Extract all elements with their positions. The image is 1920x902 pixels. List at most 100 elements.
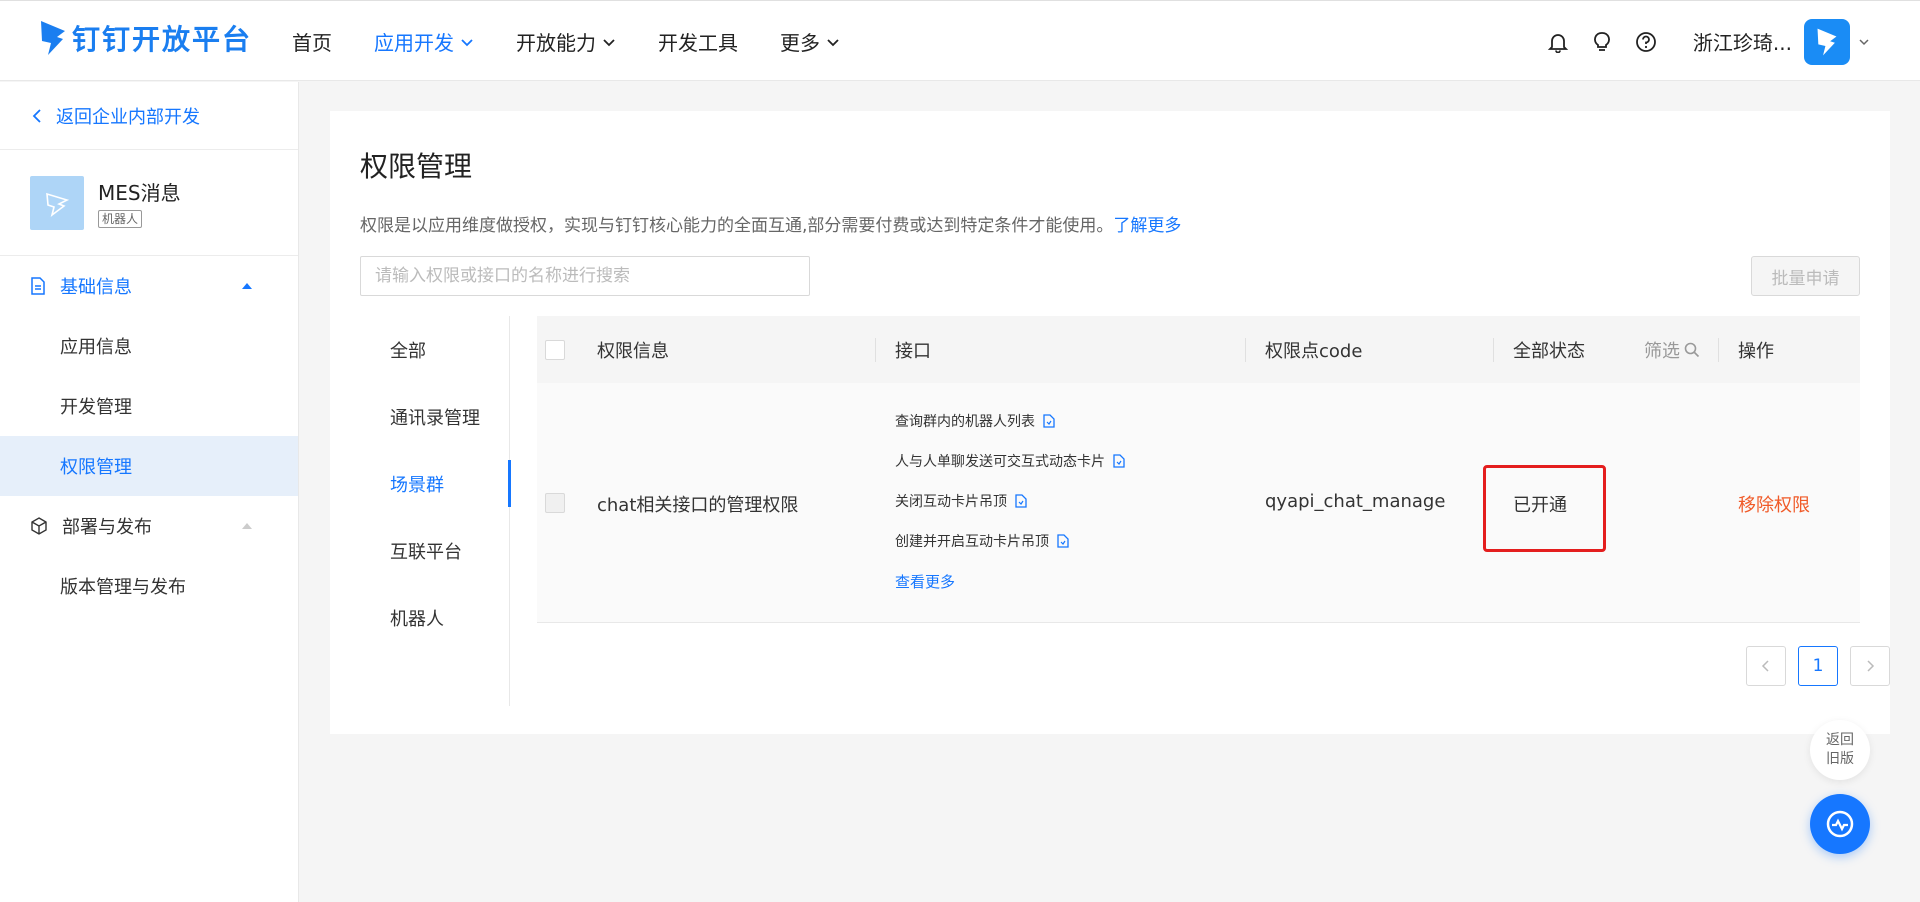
sidebar-item-label: 开发管理 <box>60 397 132 418</box>
category-contacts[interactable]: 通讯录管理 <box>360 383 509 450</box>
page-number-button[interactable]: 1 <box>1798 646 1838 686</box>
nav-home-label: 首页 <box>292 31 332 55</box>
chevron-right-icon <box>1867 660 1875 672</box>
column-divider <box>1245 338 1246 362</box>
batch-apply-button[interactable]: 批量申请 <box>1751 256 1860 296</box>
main-nav: 首页 应用开发 开放能力 开发工具 更多 <box>292 1 882 82</box>
header-permission-info: 权限信息 <box>597 340 669 362</box>
permission-table: 权限信息 接口 权限点code 全部状态 筛选 操作 chat相关接口的管理权限… <box>537 316 1860 623</box>
next-page-button[interactable] <box>1850 646 1890 686</box>
category-all[interactable]: 全部 <box>360 316 509 383</box>
menu-group-basic-info[interactable]: 基础信息 <box>0 256 298 316</box>
select-all-checkbox[interactable] <box>545 339 565 360</box>
filter-label: 筛选 <box>1644 340 1680 362</box>
menu-group-basic-info-label: 基础信息 <box>60 277 132 298</box>
caret-up-icon <box>242 523 252 529</box>
old-version-line1: 返回 <box>1826 732 1854 748</box>
chevron-left-icon <box>1761 660 1769 672</box>
help-icon[interactable] <box>1633 29 1659 55</box>
robot-app-icon <box>46 192 70 217</box>
page-description: 权限是以应用维度做授权，实现与钉钉核心能力的全面互通,部分需要付费或达到特定条件… <box>360 211 1181 236</box>
sidebar: 返回企业内部开发 MES消息 机器人 基础信息 应用信息 开发管理 权限管理 部… <box>0 82 299 902</box>
status-filter[interactable]: 筛选 <box>1644 316 1700 383</box>
api-name: 关闭互动卡片吊顶 <box>895 494 1007 510</box>
cube-icon <box>31 517 47 535</box>
assistant-button[interactable] <box>1810 794 1870 854</box>
api-item[interactable]: 关闭互动卡片吊顶 <box>895 481 1125 521</box>
bell-icon[interactable] <box>1545 29 1571 55</box>
permission-info: chat相关接口的管理权限 <box>597 495 799 516</box>
chevron-down-icon <box>461 38 473 46</box>
lightbulb-icon[interactable] <box>1589 29 1615 55</box>
avatar[interactable] <box>1804 18 1850 65</box>
page-title: 权限管理 <box>360 150 473 183</box>
caret-up-icon <box>242 283 252 289</box>
sidebar-item-label: 权限管理 <box>60 457 132 478</box>
search-icon <box>1684 342 1700 357</box>
sidebar-item-label: 应用信息 <box>60 337 132 358</box>
dingtalk-logo-icon <box>1817 28 1837 55</box>
doc-link-icon <box>1015 494 1027 508</box>
status-highlight-box <box>1483 465 1606 552</box>
org-name[interactable]: 浙江珍琦... <box>1693 27 1792 56</box>
app-icon <box>30 175 84 230</box>
category-list: 全部 通讯录管理 场景群 互联平台 机器人 <box>360 316 511 706</box>
api-item[interactable]: 人与人单聊发送可交互式动态卡片 <box>895 441 1125 481</box>
chevron-down-icon[interactable] <box>1858 36 1870 48</box>
chevron-down-icon <box>827 38 839 46</box>
category-interconnect[interactable]: 互联平台 <box>360 517 509 584</box>
header-action: 操作 <box>1738 340 1774 362</box>
back-link-label: 返回企业内部开发 <box>56 106 200 128</box>
permission-code: qyapi_chat_manage <box>1265 491 1446 512</box>
brand-logo[interactable]: 钉钉开放平台 <box>38 19 252 57</box>
nav-app-dev-label: 应用开发 <box>374 31 454 55</box>
header-code: 权限点code <box>1265 340 1363 362</box>
top-right-actions: 浙江珍琦... <box>1545 1 1870 82</box>
api-name: 创建并开启互动卡片吊顶 <box>895 534 1049 550</box>
prev-page-button[interactable] <box>1746 646 1786 686</box>
learn-more-link[interactable]: 了解更多 <box>1113 216 1181 236</box>
doc-link-icon <box>1057 534 1069 548</box>
app-card: MES消息 机器人 <box>0 150 298 256</box>
view-more-link[interactable]: 查看更多 <box>895 561 1125 601</box>
permission-card: 权限管理 权限是以应用维度做授权，实现与钉钉核心能力的全面互通,部分需要付费或达… <box>330 111 1890 734</box>
back-to-internal-dev-link[interactable]: 返回企业内部开发 <box>0 82 298 150</box>
column-divider <box>1718 338 1719 362</box>
sidebar-item-permission-manage[interactable]: 权限管理 <box>0 436 298 496</box>
description-text: 权限是以应用维度做授权，实现与钉钉核心能力的全面互通,部分需要付费或达到特定条件… <box>360 216 1114 236</box>
api-name: 人与人单聊发送可交互式动态卡片 <box>895 454 1105 470</box>
nav-home[interactable]: 首页 <box>292 27 332 56</box>
category-scene-group[interactable]: 场景群 <box>360 450 511 517</box>
sidebar-item-dev-manage[interactable]: 开发管理 <box>0 376 298 436</box>
table-header: 权限信息 接口 权限点code 全部状态 筛选 操作 <box>537 316 1860 383</box>
doc-link-icon <box>1113 454 1125 468</box>
sidebar-item-label: 版本管理与发布 <box>60 577 186 598</box>
return-old-version-button[interactable]: 返回 旧版 <box>1810 720 1870 780</box>
nav-dev-tools-label: 开发工具 <box>658 31 738 55</box>
menu-group-deploy[interactable]: 部署与发布 <box>0 496 298 556</box>
remove-permission-link[interactable]: 移除权限 <box>1738 491 1810 517</box>
row-checkbox[interactable] <box>545 493 565 513</box>
assistant-chat-icon <box>1826 810 1854 838</box>
api-item[interactable]: 创建并开启互动卡片吊顶 <box>895 521 1125 561</box>
api-name: 查询群内的机器人列表 <box>895 414 1035 430</box>
sidebar-item-version-release[interactable]: 版本管理与发布 <box>0 556 298 616</box>
brand-name: 钉钉开放平台 <box>72 23 253 56</box>
top-navbar: 钉钉开放平台 首页 应用开发 开放能力 开发工具 更多 浙江珍琦... <box>0 0 1920 81</box>
nav-open-capability[interactable]: 开放能力 <box>516 27 616 56</box>
column-divider <box>875 338 876 362</box>
select-all-checkbox-cell <box>545 316 565 383</box>
app-type-tag: 机器人 <box>98 210 143 228</box>
document-icon <box>31 277 45 295</box>
nav-app-dev[interactable]: 应用开发 <box>374 27 474 56</box>
column-divider <box>1493 338 1494 362</box>
chevron-left-icon <box>32 108 41 123</box>
nav-more-label: 更多 <box>780 31 820 55</box>
sidebar-item-app-info[interactable]: 应用信息 <box>0 316 298 376</box>
nav-more[interactable]: 更多 <box>780 27 840 56</box>
menu-group-deploy-label: 部署与发布 <box>62 517 152 538</box>
category-robot[interactable]: 机器人 <box>360 584 509 651</box>
search-input[interactable] <box>360 256 810 296</box>
nav-dev-tools[interactable]: 开发工具 <box>658 27 738 56</box>
api-item[interactable]: 查询群内的机器人列表 <box>895 401 1125 441</box>
